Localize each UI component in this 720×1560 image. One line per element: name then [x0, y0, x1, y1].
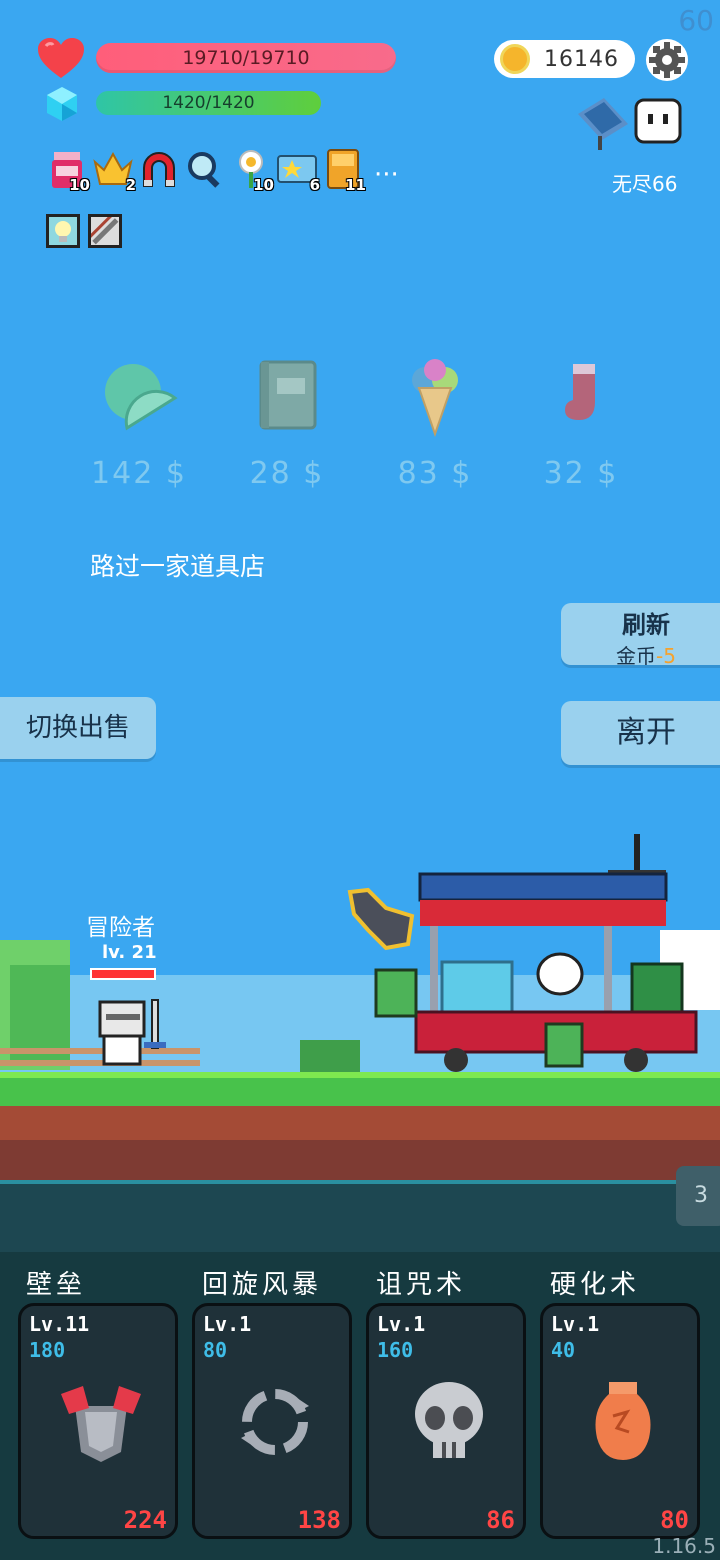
water-strip	[0, 1182, 720, 1252]
skill-mana-cost: 160	[377, 1338, 414, 1362]
heart-icon	[38, 38, 84, 78]
mana-crystal-icon	[47, 87, 77, 121]
mp-bar: 1420/1420	[96, 91, 321, 115]
shop-item-sock[interactable]: 32 $	[526, 358, 636, 491]
skill-card-bulwark[interactable]: Lv.11 180 224	[18, 1303, 178, 1539]
leave-button[interactable]: 离开	[561, 701, 720, 765]
armor-icon	[61, 1386, 141, 1462]
skill-card-curse[interactable]: Lv.1 160 86	[366, 1303, 526, 1539]
version-label: 1.16.5	[652, 1534, 716, 1558]
ice-cream-icon	[412, 359, 458, 438]
water-surface	[0, 1180, 720, 1184]
adventurer-level: lv. 21	[102, 942, 157, 963]
more-buffs-button[interactable]: ···	[374, 160, 399, 190]
crown-icon[interactable]: 2	[92, 148, 136, 194]
skill-card-harden[interactable]: Lv.1 40 80	[540, 1303, 700, 1539]
whirlwind-icon	[241, 1389, 309, 1455]
switch-sell-button[interactable]: 切换出售	[0, 697, 156, 759]
skill-name: 壁垒	[26, 1270, 87, 1300]
shop-price: 32 $	[543, 456, 619, 491]
sword-slash-icon[interactable]	[88, 214, 122, 248]
ground-dirt-dark	[0, 1140, 720, 1182]
skill-mana-cost: 40	[551, 1338, 576, 1362]
coin-icon	[500, 44, 530, 74]
skill-level: Lv.1	[203, 1312, 252, 1336]
hp-bar: 19710/19710	[96, 43, 396, 73]
shop-item-spellbook[interactable]: 28 $	[232, 358, 342, 491]
skill-upgrade-price: 80	[660, 1506, 689, 1534]
ground-grass	[0, 1072, 720, 1106]
settings-gear-icon[interactable]	[645, 38, 689, 82]
shop-item-ice-cream[interactable]: 83 $	[380, 358, 490, 491]
ghost-icon[interactable]	[634, 96, 682, 146]
skill-name: 诅咒术	[376, 1270, 467, 1300]
sock-icon	[565, 364, 595, 420]
shop-price: 142 $	[91, 456, 187, 491]
adventurer-name: 冒险者	[86, 915, 155, 941]
skill-name: 回旋风暴	[202, 1270, 323, 1300]
skill-mana-cost: 180	[29, 1338, 66, 1362]
skill-card-whirlwind[interactable]: Lv.1 80 138	[192, 1303, 352, 1539]
fps-counter: 60	[678, 4, 714, 37]
flower-icon[interactable]: 10	[230, 148, 274, 194]
wave-counter[interactable]: 3	[676, 1166, 720, 1226]
buff-bar: 10 2 10 6 11 ···	[46, 148, 399, 194]
flag-icon[interactable]	[574, 96, 632, 150]
skill-level: Lv.11	[29, 1312, 90, 1336]
star-card-icon[interactable]: 6	[276, 148, 320, 194]
skill-level: Lv.1	[377, 1312, 426, 1336]
refresh-label: 刷新	[622, 611, 670, 639]
gold-value: 16146	[544, 46, 619, 72]
skull-icon	[415, 1382, 483, 1458]
shop-cart-sprite[interactable]	[346, 834, 716, 1074]
book-icon[interactable]: 11	[322, 148, 366, 194]
skill-name: 硬化术	[550, 1270, 641, 1300]
lightbulb-icon[interactable]	[46, 214, 80, 248]
lime-icon	[105, 364, 178, 431]
shop-price: 28 $	[249, 456, 325, 491]
skill-upgrade-price: 138	[297, 1506, 341, 1534]
refresh-button[interactable]: 刷新 金币-5	[561, 603, 720, 668]
magnifier-icon[interactable]	[184, 148, 226, 190]
status-effects	[46, 214, 122, 248]
skill-upgrade-price: 224	[123, 1506, 167, 1534]
event-text: 路过一家道具店	[90, 552, 266, 581]
shop-price: 83 $	[397, 456, 473, 491]
spellbook-icon	[259, 360, 317, 430]
shop-item-lime[interactable]: 142 $	[84, 358, 194, 491]
skill-level: Lv.1	[551, 1312, 600, 1336]
adventurer-hp-bar	[90, 968, 156, 980]
jam-jar-icon[interactable]: 10	[46, 148, 90, 194]
skill-mana-cost: 80	[203, 1338, 228, 1362]
gold-counter: 16146	[494, 40, 635, 78]
refresh-cost: 金币-5	[616, 644, 676, 668]
endless-stage-label: 无尽66	[612, 172, 678, 196]
adventurer-knight-sprite[interactable]	[94, 996, 168, 1070]
skill-upgrade-price: 86	[486, 1506, 515, 1534]
cracked-vase-icon	[595, 1382, 651, 1460]
magnet-icon[interactable]	[138, 148, 180, 190]
